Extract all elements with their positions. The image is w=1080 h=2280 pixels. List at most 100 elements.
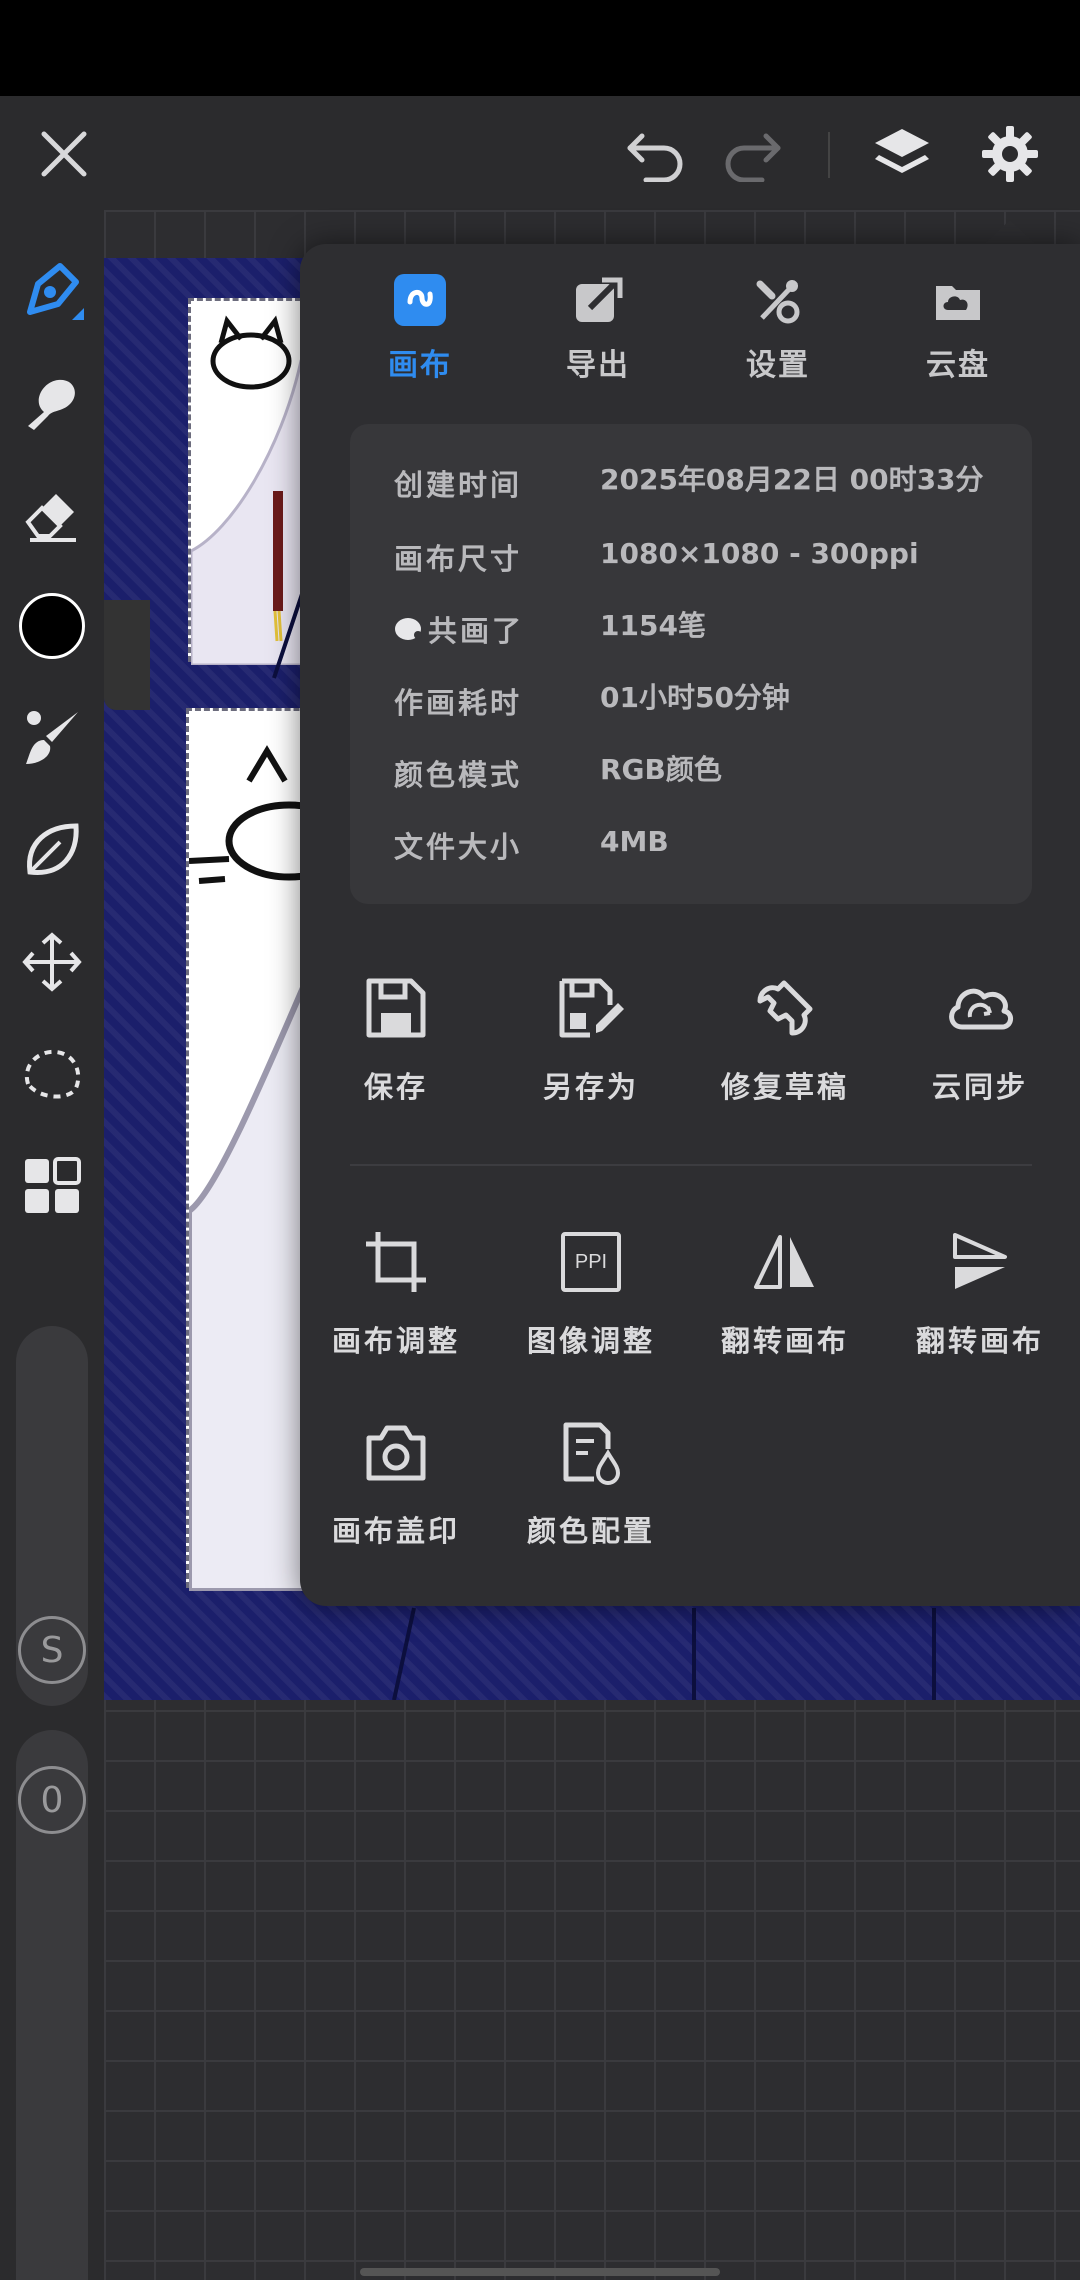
info-row-created: 创建时间 2025年08月22日 00时33分 <box>394 462 1014 504</box>
action-label: 图像调整 <box>526 1324 655 1358</box>
cloud-sync-button[interactable]: 云同步 <box>895 968 1065 1128</box>
canvas-settings-popup: 画布 导出 设置 云盘 创建时间 2025年08月22日 00时33分 画布尺寸… <box>300 244 1080 1606</box>
action-label: 画布盖印 <box>331 1514 460 1548</box>
brush-tool-button[interactable] <box>14 700 90 776</box>
ppi-icon: PPI <box>551 1222 631 1302</box>
wrench-icon <box>745 968 825 1048</box>
paint-brush-icon <box>26 711 78 764</box>
cloud-drive-icon <box>932 274 984 326</box>
tab-cloud-drive[interactable]: 云盘 <box>878 274 1038 394</box>
layers-icon <box>875 129 929 173</box>
info-value: RGB颜色 <box>600 753 722 786</box>
lasso-tool-button[interactable] <box>14 1036 90 1112</box>
home-indicator <box>360 2268 720 2276</box>
info-value: 2025年08月22日 00时33分 <box>600 463 984 496</box>
info-key: 文件大小 <box>394 830 523 864</box>
layers-button[interactable] <box>866 118 938 190</box>
pen-nib-icon <box>27 263 84 320</box>
crop-icon <box>356 1222 436 1302</box>
close-icon <box>41 131 87 177</box>
action-label: 云同步 <box>931 1070 1028 1104</box>
opacity-slider[interactable]: 0 <box>16 1730 88 2280</box>
flip-vertical-button[interactable]: 翻转画布 <box>895 1222 1065 1382</box>
info-value: 1154笔 <box>600 609 706 642</box>
info-value: 4MB <box>600 825 669 858</box>
tab-label: 导出 <box>566 348 630 383</box>
canvas-stamp-button[interactable]: 画布盖印 <box>311 1412 481 1572</box>
fill-tool-button[interactable] <box>14 812 90 888</box>
canvas-icon <box>394 274 446 326</box>
eraser-tool-button[interactable] <box>14 476 90 552</box>
save-as-button[interactable]: 另存为 <box>506 968 676 1128</box>
info-key: 作画耗时 <box>394 686 523 720</box>
tool-rail: S 0 <box>0 210 104 2280</box>
settings-tools-icon <box>752 274 804 326</box>
opacity-label: 0 <box>40 1779 64 1821</box>
flip-vertical-icon <box>940 1222 1020 1302</box>
status-bar <box>0 0 1080 96</box>
settings-button[interactable] <box>974 118 1046 190</box>
grid-apps-icon <box>25 1157 81 1213</box>
save-button[interactable]: 保存 <box>311 968 481 1128</box>
opacity-knob[interactable]: 0 <box>18 1766 86 1834</box>
color-picker-button[interactable] <box>14 588 90 664</box>
eraser-icon <box>25 494 76 542</box>
info-key: 共画了 <box>428 614 525 648</box>
canvas-info-card: 创建时间 2025年08月22日 00时33分 画布尺寸 1080×1080 -… <box>350 424 1032 904</box>
brush-size-label: S <box>40 1629 64 1671</box>
redo-icon <box>725 133 781 182</box>
info-value: 1080×1080 - 300ppi <box>600 537 919 570</box>
info-row-strokes: 共画了 1154笔 <box>394 608 1014 650</box>
info-value: 01小时50分钟 <box>600 681 790 714</box>
action-label: 保存 <box>363 1070 428 1104</box>
action-label: 翻转画布 <box>915 1324 1044 1358</box>
info-row-duration: 作画耗时 01小时50分钟 <box>394 680 1014 722</box>
tab-label: 画布 <box>388 348 452 383</box>
action-label: 修复草稿 <box>720 1070 849 1104</box>
save-icon <box>356 968 436 1048</box>
color-profile-icon <box>551 1412 631 1492</box>
popup-pointer <box>982 220 1038 246</box>
action-label: 颜色配置 <box>526 1514 655 1548</box>
smudge-icon <box>28 379 75 430</box>
info-key: 颜色模式 <box>394 758 523 792</box>
image-adjust-button[interactable]: PPI 图像调整 <box>506 1222 676 1382</box>
info-row-size: 画布尺寸 1080×1080 - 300ppi <box>394 536 1014 578</box>
brush-size-knob[interactable]: S <box>18 1616 86 1684</box>
layer-tab-handle <box>104 600 150 710</box>
color-profile-button[interactable]: 颜色配置 <box>506 1412 676 1572</box>
info-row-file-size: 文件大小 4MB <box>394 824 1014 866</box>
action-label: 画布调整 <box>331 1324 460 1358</box>
flip-horizontal-button[interactable]: 翻转画布 <box>700 1222 870 1382</box>
redo-button[interactable] <box>716 118 788 190</box>
tab-export[interactable]: 导出 <box>518 274 678 394</box>
camera-icon <box>356 1412 436 1492</box>
lasso-icon <box>24 1049 81 1099</box>
toolbar-divider <box>828 132 830 178</box>
brush-size-slider[interactable]: S <box>16 1326 88 1706</box>
more-tools-button[interactable] <box>14 1148 90 1224</box>
action-label: 另存为 <box>542 1070 639 1104</box>
info-key: 画布尺寸 <box>394 542 523 576</box>
repair-draft-button[interactable]: 修复草稿 <box>700 968 870 1128</box>
info-row-color-mode: 颜色模式 RGB颜色 <box>394 752 1014 794</box>
tab-settings[interactable]: 设置 <box>698 274 858 394</box>
smudge-tool-button[interactable] <box>14 364 90 440</box>
close-button[interactable] <box>28 118 100 190</box>
leaf-icon <box>27 823 79 875</box>
undo-button[interactable] <box>620 118 692 190</box>
section-divider <box>350 1164 1032 1166</box>
move-arrows-icon <box>22 932 82 992</box>
info-key-wrap: 共画了 <box>394 608 600 650</box>
pen-tool-button[interactable] <box>14 252 90 328</box>
undo-icon <box>627 133 683 182</box>
canvas-adjust-button[interactable]: 画布调整 <box>311 1222 481 1382</box>
flip-horizontal-icon <box>745 1222 825 1302</box>
top-toolbar <box>0 96 1080 210</box>
move-tool-button[interactable] <box>14 924 90 1000</box>
info-key: 创建时间 <box>394 468 523 502</box>
action-label: 翻转画布 <box>720 1324 849 1358</box>
export-icon <box>572 274 624 326</box>
current-color-swatch <box>19 593 85 659</box>
tab-canvas[interactable]: 画布 <box>340 274 500 394</box>
